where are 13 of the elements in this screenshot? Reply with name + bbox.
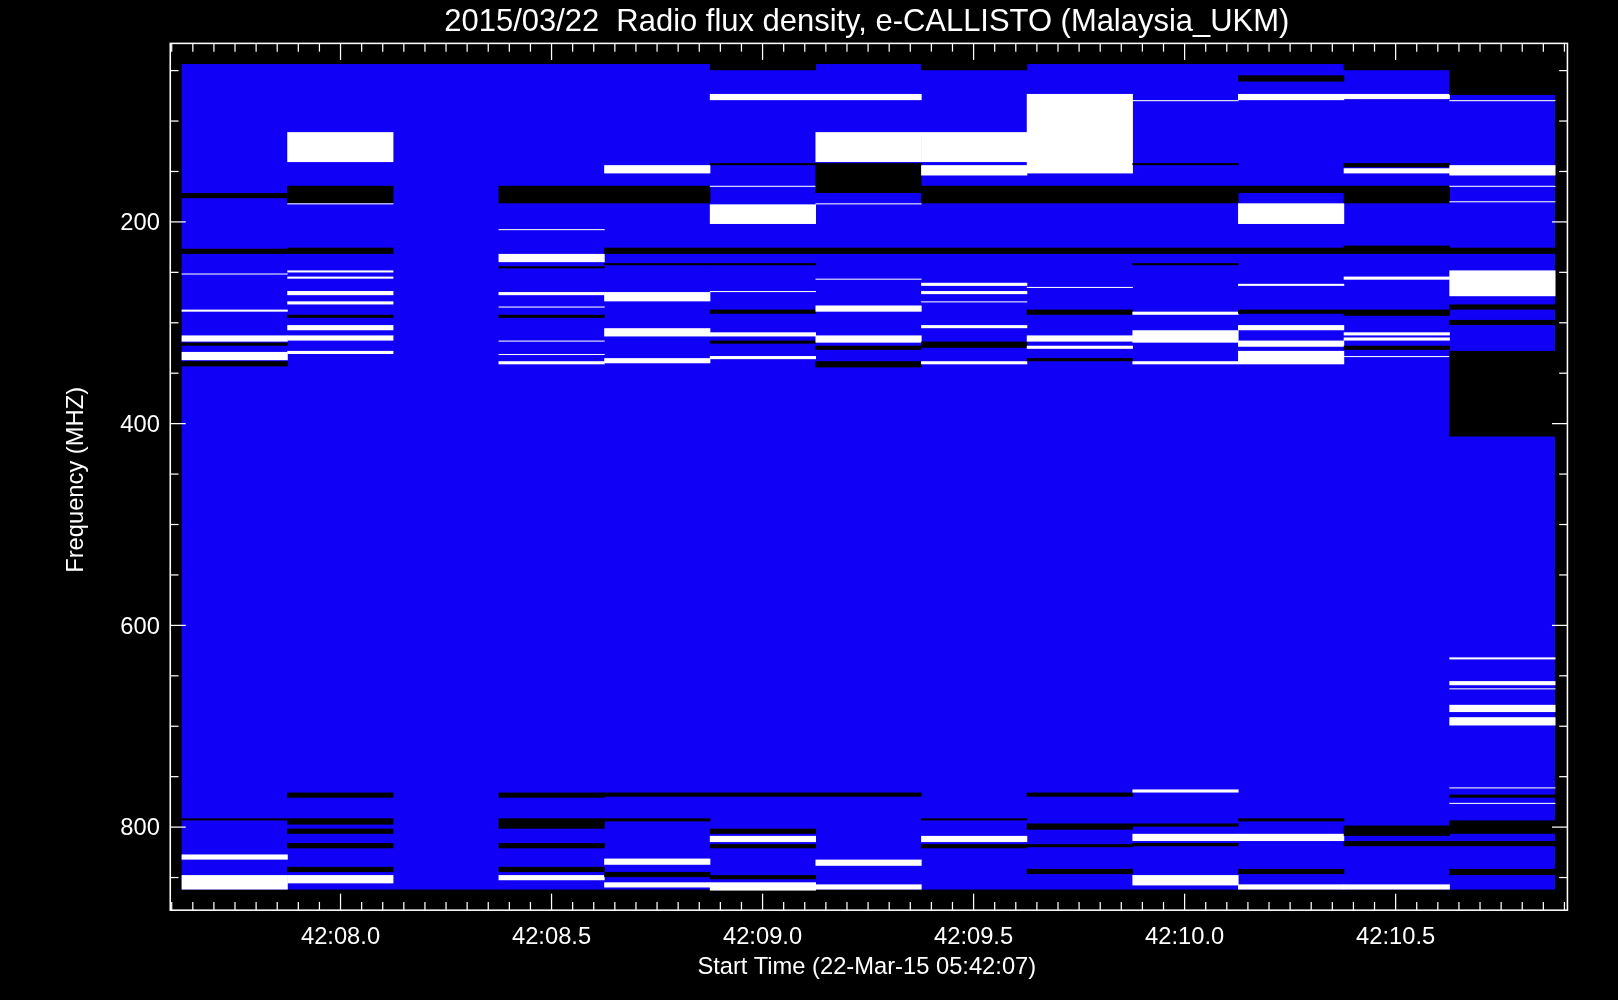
x-axis-label: Start Time (22-Mar-15 05:42:07) — [697, 953, 1037, 980]
tick-label: 42:09.5 — [934, 923, 1014, 950]
tick-label: 42:10.5 — [1356, 923, 1436, 950]
tick-label: 42:08.5 — [511, 923, 592, 950]
tick-label: 42:08.0 — [300, 923, 381, 950]
tick-label: 42:09.0 — [723, 923, 803, 950]
tick-label: 400 — [120, 410, 160, 437]
chart-title: 2015/03/22 Radio flux density, e-CALLISTO (Malaysia_UKM) — [444, 3, 1290, 38]
tick-label: 200 — [120, 209, 160, 236]
tick-label: 42:10.0 — [1145, 923, 1225, 950]
tick-label: 800 — [120, 814, 160, 841]
y-axis-label: Frequency (MHZ) — [61, 386, 88, 573]
tick-label: 600 — [120, 612, 160, 639]
